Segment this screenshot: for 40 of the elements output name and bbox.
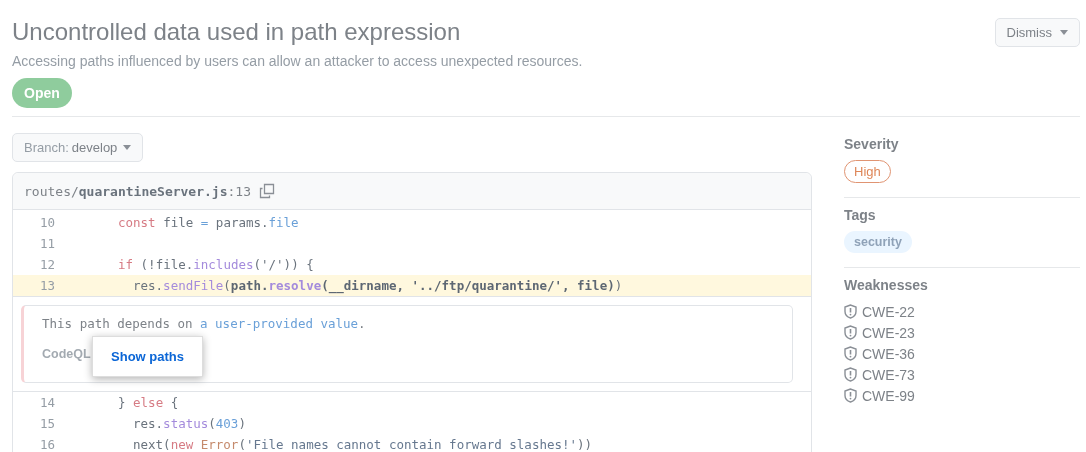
tool-name: CodeQL (42, 347, 91, 361)
caret-icon (1060, 30, 1068, 35)
section-heading: Tags (844, 207, 877, 223)
code-line: res.sendFile(path.resolve(__dirname, '../ftp/quarantine/', file)) (133, 278, 623, 293)
show-paths-button[interactable]: Show paths (92, 336, 203, 377)
alert-title: Uncontrolled data used in path expression (12, 17, 462, 47)
code-line: if (!file.includes('/')) { (118, 257, 314, 272)
code-line: next(new Error('File names cannot contain forward slashes!')) (133, 437, 593, 452)
alert-message: This path depends on a user-provided value. (42, 316, 367, 331)
line-number: 13 (38, 278, 56, 293)
code-line: res.status(403) (133, 416, 246, 431)
shield-icon (844, 304, 857, 319)
line-number: 15 (38, 416, 56, 431)
shield-icon (844, 325, 857, 340)
dismiss-button[interactable]: Dismiss (994, 18, 1080, 47)
line-number: 11 (38, 236, 56, 251)
alert-description: Accessing paths influenced by users can allow an attacker to access unexpected resources. (12, 53, 583, 69)
weakness-link[interactable]: CWE-23 (862, 324, 915, 341)
shield-icon (844, 388, 857, 403)
line-number: 14 (38, 395, 56, 410)
line-number: 16 (38, 437, 56, 452)
section-heading: Severity (844, 136, 900, 152)
line-number: 12 (38, 257, 56, 272)
code-line: const file = params.file (118, 215, 299, 230)
copy-icon[interactable] (259, 183, 275, 199)
code-line: } else { (118, 395, 179, 410)
weakness-link[interactable]: CWE-99 (862, 387, 915, 404)
shield-icon (844, 367, 857, 382)
caret-icon (123, 145, 132, 150)
weakness-link[interactable]: CWE-73 (862, 366, 915, 383)
file-path: routes/quarantineServer.js:13 (24, 183, 251, 199)
weakness-link[interactable]: CWE-36 (862, 345, 915, 362)
branch-selector[interactable]: Branch: develop (12, 133, 144, 162)
weakness-link[interactable]: CWE-22 (862, 303, 915, 320)
shield-icon (844, 346, 857, 361)
link[interactable]: a user-provided value (200, 316, 359, 331)
line-number: 10 (38, 215, 56, 230)
status-label: Open (12, 78, 72, 108)
section-heading: Weaknesses (844, 277, 929, 293)
tag-label[interactable]: security (844, 231, 912, 253)
